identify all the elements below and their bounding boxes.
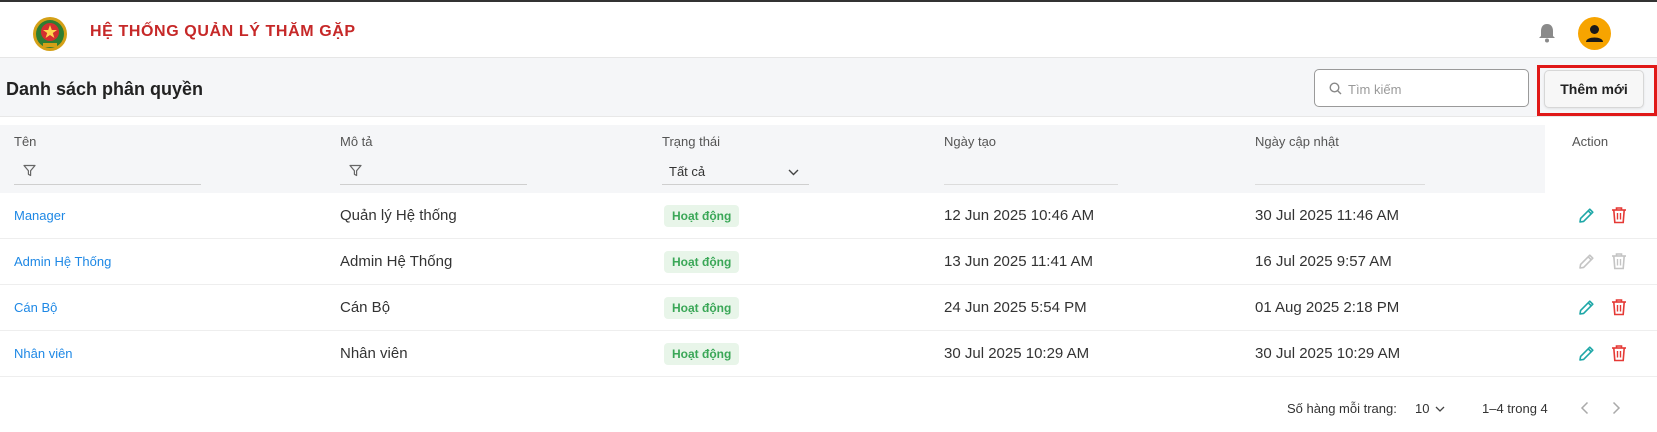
trash-icon[interactable] (1610, 298, 1628, 316)
toolbar: Danh sách phân quyền (0, 58, 1657, 117)
search-icon (1329, 82, 1342, 95)
trash-icon[interactable] (1610, 344, 1628, 362)
name-filter[interactable] (14, 161, 201, 185)
created-date: 24 Jun 2025 5:54 PM (944, 299, 1087, 316)
status-badge: Hoạt động (664, 297, 740, 319)
column-header-action: Action (1572, 134, 1609, 149)
trash-icon[interactable] (1610, 206, 1628, 224)
top-bar: HỆ THỐNG QUẢN LÝ THĂM GẶP (0, 0, 1657, 58)
pagination: Số hàng mỗi trang: 10 1–4 trong 4 (0, 395, 1657, 425)
table-row: Manager Quản lý Hệ thống Hoạt động 12 Ju… (0, 193, 1657, 239)
rows-per-page-label: Số hàng mỗi trang: (1287, 401, 1397, 416)
role-name-link[interactable]: Admin Hệ Thống (14, 254, 111, 269)
column-header-created: Ngày tạo (944, 134, 997, 149)
column-header-status: Trạng thái (662, 134, 721, 149)
role-name-link[interactable]: Manager (14, 208, 65, 223)
chevron-left-icon[interactable] (1580, 401, 1590, 415)
role-name-link[interactable]: Cán Bộ (14, 300, 57, 315)
table-row: Cán Bộ Cán Bộ Hoạt động 24 Jun 2025 5:54… (0, 285, 1657, 331)
filter-icon (349, 164, 362, 177)
page-title: Danh sách phân quyền (6, 79, 204, 99)
description-filter[interactable] (340, 161, 527, 185)
updated-filter[interactable] (1255, 184, 1425, 185)
status-filter-value: Tất cả (669, 164, 706, 179)
edit-icon[interactable] (1578, 206, 1596, 224)
status-badge: Hoạt động (664, 251, 740, 273)
trash-icon (1612, 253, 1626, 270)
user-avatar-icon[interactable] (1578, 17, 1611, 50)
chevron-down-icon[interactable] (1435, 406, 1445, 412)
status-badge: Hoạt động (664, 343, 740, 365)
role-description: Cán Bộ (340, 299, 391, 316)
updated-date: 01 Aug 2025 2:18 PM (1255, 299, 1400, 316)
role-description: Admin Hệ Thống (340, 253, 453, 270)
page-range: 1–4 trong 4 (1482, 401, 1548, 416)
status-badge: Hoạt động (664, 205, 740, 227)
column-header-updated: Ngày cập nhật (1255, 134, 1339, 149)
edit-icon[interactable] (1578, 298, 1596, 316)
column-header-description: Mô tả (340, 134, 373, 149)
column-header-name: Tên (14, 134, 37, 149)
edit-icon[interactable] (1578, 344, 1596, 362)
bell-icon[interactable] (1538, 23, 1556, 43)
created-date: 30 Jul 2025 10:29 AM (944, 345, 1090, 362)
rows-per-page-select[interactable]: 10 (1415, 401, 1429, 416)
chevron-right-icon[interactable] (1611, 401, 1621, 415)
search-box[interactable] (1314, 69, 1529, 107)
status-filter-select[interactable]: Tất cả (662, 161, 809, 185)
updated-date: 16 Jul 2025 9:57 AM (1255, 253, 1392, 270)
table-row: Admin Hệ Thống Admin Hệ Thống Hoạt động … (0, 239, 1657, 285)
search-input[interactable] (1348, 79, 1518, 99)
role-name-link[interactable]: Nhân viên (14, 346, 73, 361)
created-date: 13 Jun 2025 11:41 AM (944, 253, 1094, 270)
filter-icon (23, 164, 36, 177)
table-header: Tên Mô tả Trạng thái Ngày tạo Ngày cập n… (0, 125, 1608, 193)
updated-date: 30 Jul 2025 10:29 AM (1255, 345, 1401, 362)
edit-icon (1579, 254, 1594, 269)
role-description: Quản lý Hệ thống (340, 207, 457, 224)
police-emblem-icon[interactable] (30, 13, 70, 53)
chevron-down-icon (788, 169, 799, 176)
created-filter[interactable] (944, 184, 1118, 185)
created-date: 12 Jun 2025 10:46 AM (944, 207, 1095, 224)
add-new-button[interactable]: Thêm mới (1544, 70, 1644, 108)
table-row: Nhân viên Nhân viên Hoạt động 30 Jul 202… (0, 331, 1657, 377)
role-description: Nhân viên (340, 345, 408, 362)
app-title: HỆ THỐNG QUẢN LÝ THĂM GẶP (90, 23, 356, 40)
updated-date: 30 Jul 2025 11:46 AM (1255, 207, 1399, 224)
